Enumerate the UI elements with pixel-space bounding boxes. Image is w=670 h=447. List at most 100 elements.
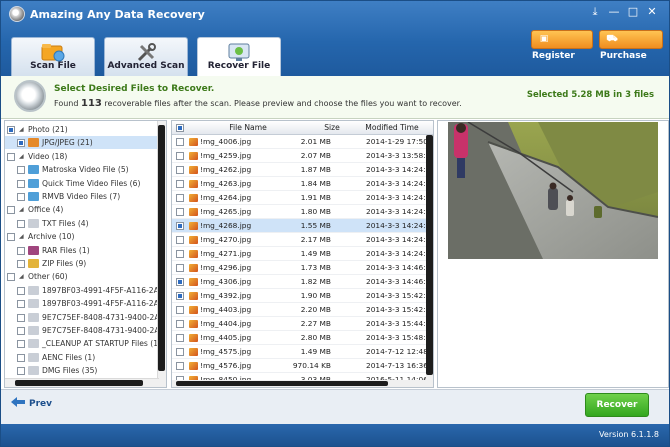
tab-advanced-scan[interactable]: Advanced Scan — [104, 37, 188, 76]
table-row[interactable]: !mg_4306.jpg 1.82 MB 2014-3-3 14:46:34 — [172, 275, 433, 289]
tree-item-checkbox[interactable] — [7, 152, 15, 161]
download-icon[interactable]: ⤓ — [586, 5, 604, 19]
table-horizontal-scroll-thumb[interactable] — [176, 381, 388, 386]
tree-item-checkbox[interactable] — [7, 273, 15, 282]
tab-scan-file[interactable]: Scan File — [11, 37, 95, 76]
tree-item-checkbox[interactable] — [17, 166, 25, 175]
tree-group[interactable]: ◢ Archive (10) — [5, 230, 157, 243]
close-button[interactable]: ✕ — [643, 5, 661, 19]
tree-item[interactable]: _CLEANUP AT STARTUP Files (1) — [5, 337, 161, 350]
table-row[interactable]: !mg_4270.jpg 2.17 MB 2014-3-3 14:24:36 — [172, 233, 433, 247]
tree-group[interactable]: ◢ Video (18) — [5, 150, 157, 163]
table-row[interactable]: !mg_4263.jpg 1.84 MB 2014-3-3 14:24:10 — [172, 177, 433, 191]
table-row[interactable]: !mg_4268.jpg 1.55 MB 2014-3-3 14:24:42 — [172, 219, 433, 233]
tree-item-checkbox[interactable] — [17, 139, 25, 148]
maximize-button[interactable]: □ — [624, 5, 642, 19]
row-checkbox[interactable] — [176, 264, 184, 272]
tree-item-checkbox[interactable] — [7, 233, 15, 242]
tree-item-checkbox[interactable] — [17, 219, 25, 228]
table-row[interactable]: !mg_4259.jpg 2.07 MB 2014-3-3 13:58:16 — [172, 149, 433, 163]
row-checkbox[interactable] — [176, 348, 184, 356]
row-checkbox[interactable] — [176, 180, 184, 188]
table-vertical-scrollbar[interactable] — [426, 135, 433, 387]
tree-item-checkbox[interactable] — [17, 179, 25, 188]
tree-vertical-scrollbar[interactable] — [157, 121, 166, 387]
recover-button[interactable]: Recover — [585, 393, 649, 417]
expand-triangle-icon[interactable]: ◢ — [19, 123, 24, 136]
table-row[interactable]: !mg_4576.jpg 970.14 KB 2014-7-13 16:36:22 — [172, 359, 433, 373]
tree-item-checkbox[interactable] — [17, 300, 25, 309]
row-checkbox[interactable] — [176, 138, 184, 146]
select-all-checkbox[interactable] — [176, 124, 184, 132]
row-checkbox[interactable] — [176, 306, 184, 314]
category-tree[interactable]: DMG Files (35) AENC Files (1) _CLEANUP AT … — [4, 120, 167, 388]
tree-item-checkbox[interactable] — [17, 340, 25, 349]
table-row[interactable]: !mg_4392.jpg 1.90 MB 2014-3-3 15:42:00 — [172, 289, 433, 303]
tree-item[interactable]: DMG Files (35) — [5, 364, 157, 377]
prev-button[interactable]: Prev — [11, 396, 52, 412]
tab-recover-file[interactable]: Recover File — [197, 37, 281, 76]
table-vertical-scroll-thumb[interactable] — [426, 135, 433, 375]
table-horizontal-scrollbar[interactable] — [172, 380, 428, 387]
tree-group[interactable]: ◢ Other (60) — [5, 270, 157, 283]
table-row[interactable]: !mg_4262.jpg 1.87 MB 2014-3-3 14:24:04 — [172, 163, 433, 177]
purchase-button[interactable]: ⛟ Purchase — [599, 30, 663, 61]
tree-item[interactable]: JPG/JPEG (21) — [5, 136, 157, 150]
expand-triangle-icon[interactable]: ◢ — [19, 230, 24, 243]
register-button[interactable]: ▣ Register — [531, 30, 593, 61]
tree-group[interactable]: ◢ Photo (21) — [5, 123, 157, 136]
tree-item[interactable]: RAR Files (1) — [5, 244, 157, 257]
table-row[interactable]: !mg_4265.jpg 1.80 MB 2014-3-3 14:24:28 — [172, 205, 433, 219]
row-checkbox[interactable] — [176, 194, 184, 202]
column-file-name[interactable]: File Name — [188, 121, 308, 135]
tree-item[interactable]: 1897BF03-4991-4F5F-A116-2AA5FF9F6D — [5, 297, 166, 310]
row-checkbox[interactable] — [176, 362, 184, 370]
row-checkbox[interactable] — [176, 320, 184, 328]
tree-item-checkbox[interactable] — [17, 286, 25, 295]
tree-vertical-scroll-thumb[interactable] — [158, 125, 165, 371]
column-size[interactable]: Size — [308, 121, 356, 135]
row-checkbox[interactable] — [176, 334, 184, 342]
expand-triangle-icon[interactable]: ◢ — [19, 203, 24, 216]
tree-item-checkbox[interactable] — [17, 353, 25, 362]
tree-item-checkbox[interactable] — [17, 367, 25, 376]
row-checkbox[interactable] — [176, 292, 184, 300]
table-row[interactable]: !mg_4296.jpg 1.73 MB 2014-3-3 14:46:08 — [172, 261, 433, 275]
table-row[interactable]: !mg_4271.jpg 1.49 MB 2014-3-3 14:24:52 — [172, 247, 433, 261]
tree-item[interactable]: Matroska Video File (5) — [5, 163, 157, 176]
tree-item[interactable]: TXT Files (4) — [5, 217, 157, 230]
expand-triangle-icon[interactable]: ◢ — [19, 270, 24, 283]
tree-group[interactable]: ◢ Office (4) — [5, 203, 157, 216]
table-row[interactable]: !mg_4264.jpg 1.91 MB 2014-3-3 14:24:20 — [172, 191, 433, 205]
row-checkbox[interactable] — [176, 166, 184, 174]
row-checkbox[interactable] — [176, 222, 184, 230]
tree-item-checkbox[interactable] — [17, 193, 25, 201]
row-checkbox[interactable] — [176, 208, 184, 216]
tree-item[interactable]: 1897BF03-4991-4F5F-A116-2AA5FF9F6D — [5, 284, 166, 297]
tree-horizontal-scroll-thumb[interactable] — [15, 380, 143, 386]
tree-item[interactable]: AENC Files (1) — [5, 351, 157, 364]
column-modified-time[interactable]: Modified Time — [356, 121, 428, 135]
table-row[interactable]: !mg_4575.jpg 1.49 MB 2014-7-12 12:48:58 — [172, 345, 433, 359]
tree-item-checkbox[interactable] — [17, 260, 25, 268]
row-checkbox[interactable] — [176, 250, 184, 258]
tree-item[interactable]: ZIP Files (9) — [5, 257, 157, 270]
table-row[interactable]: !mg_4006.jpg 2.01 MB 2014-1-29 17:50:01 — [172, 135, 433, 149]
tree-item[interactable]: Quick Time Video Files (6) — [5, 177, 157, 190]
tree-item[interactable]: 9E7C75EF-8408-4731-9400-2A9819D190 — [5, 311, 166, 324]
table-row[interactable]: !mg_4405.jpg 2.80 MB 2014-3-3 15:48:44 — [172, 331, 433, 345]
row-checkbox[interactable] — [176, 236, 184, 244]
tree-horizontal-scrollbar[interactable] — [5, 378, 159, 387]
minimize-button[interactable]: — — [605, 5, 623, 19]
table-row[interactable]: !mg_4403.jpg 2.20 MB 2014-3-3 15:42:50 — [172, 303, 433, 317]
tree-item[interactable]: 9E7C75EF-8408-4731-9400-2A9819D190 — [5, 324, 166, 337]
row-checkbox[interactable] — [176, 152, 184, 160]
tree-item-checkbox[interactable] — [17, 313, 25, 322]
row-checkbox[interactable] — [176, 278, 184, 286]
tree-item-checkbox[interactable] — [17, 246, 25, 255]
tree-item-checkbox[interactable] — [17, 327, 25, 335]
tree-item-checkbox[interactable] — [7, 126, 15, 134]
tree-item-checkbox[interactable] — [7, 206, 15, 215]
table-row[interactable]: !mg_4404.jpg 2.27 MB 2014-3-3 15:44:20 — [172, 317, 433, 331]
tree-item[interactable]: RMVB Video Files (7) — [5, 190, 157, 203]
